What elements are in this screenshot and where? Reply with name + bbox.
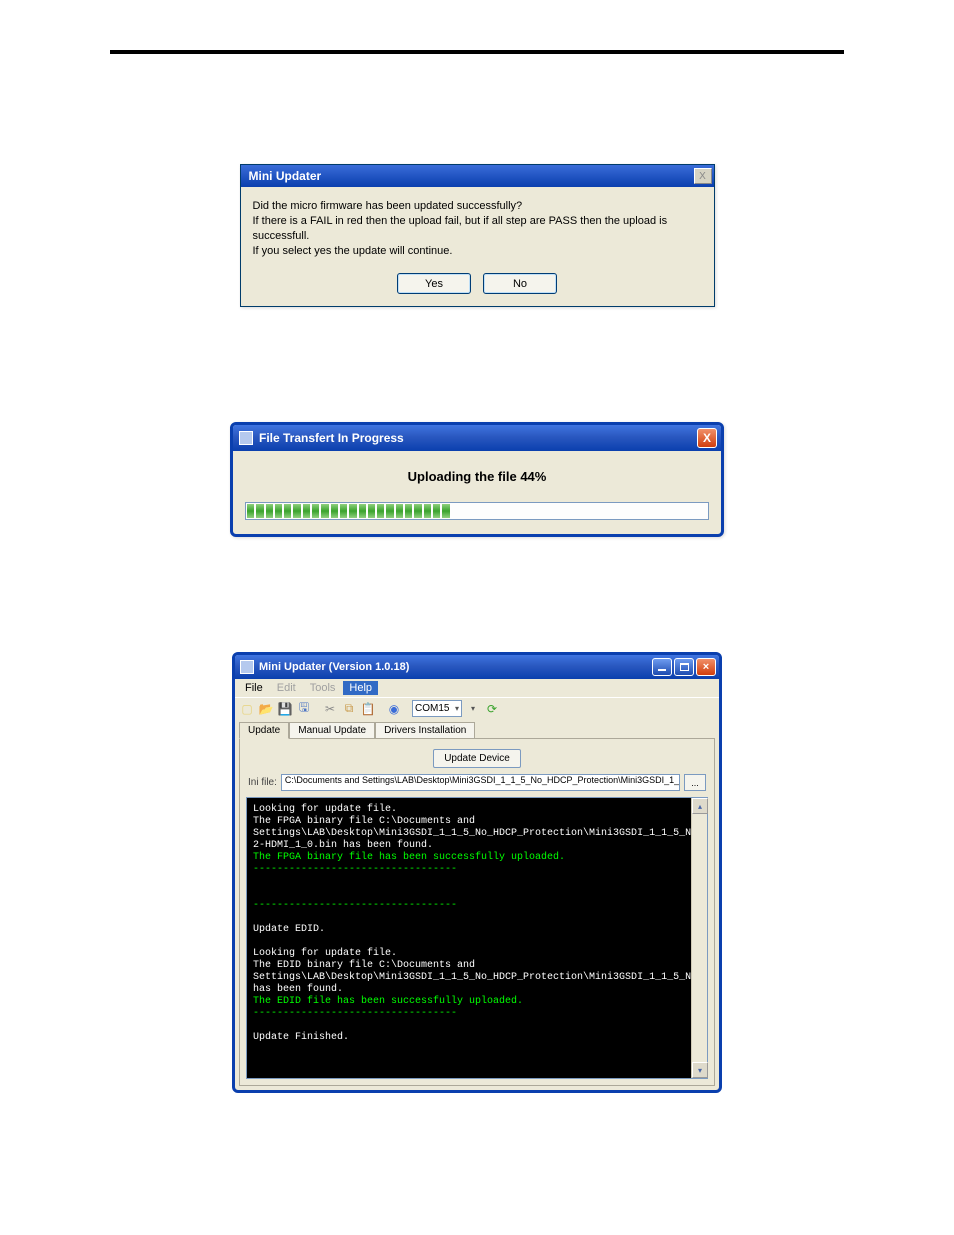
minimize-button[interactable] <box>652 658 672 676</box>
close-icon: × <box>703 661 709 673</box>
terminal-output: Looking for update file. The FPGA binary… <box>247 798 691 1078</box>
confirm-line-1: Did the micro firmware has been updated … <box>253 199 702 214</box>
help-icon[interactable]: ◉ <box>386 701 402 717</box>
progress-dialog-titlebar: File Transfert In Progress X <box>233 425 721 451</box>
browse-button-label: ... <box>691 778 699 788</box>
update-device-button[interactable]: Update Device <box>433 749 521 768</box>
confirm-dialog-body: Did the micro firmware has been updated … <box>241 187 714 269</box>
tabrow: Update Manual Update Drivers Installatio… <box>235 721 719 738</box>
menu-edit[interactable]: Edit <box>271 681 302 695</box>
close-button[interactable]: × <box>696 658 716 676</box>
term-line: Looking for update file. <box>253 948 397 959</box>
scroll-up-button[interactable]: ▴ <box>692 798 708 814</box>
app-title: Mini Updater (Version 1.0.18) <box>259 661 409 673</box>
confirm-dialog-title: Mini Updater <box>249 169 322 183</box>
no-button-label: No <box>513 278 527 290</box>
new-icon[interactable]: ▢ <box>239 701 255 717</box>
term-line-divider: ---------------------------------- <box>253 900 457 911</box>
progress-label: Uploading the file 44% <box>245 469 709 484</box>
update-device-button-label: Update Device <box>444 753 510 764</box>
tab-manual-update[interactable]: Manual Update <box>289 722 375 739</box>
tab-panel: Update Device Ini file: C:\Documents and… <box>239 738 715 1086</box>
term-line: Looking for update file. <box>253 804 397 815</box>
yes-button[interactable]: Yes <box>397 273 471 294</box>
scroll-down-button[interactable]: ▾ <box>692 1062 708 1078</box>
page-divider <box>110 50 844 54</box>
menu-help[interactable]: Help <box>343 681 378 695</box>
close-button[interactable]: X <box>694 168 712 184</box>
confirm-dialog: Mini Updater X Did the micro firmware ha… <box>240 164 715 307</box>
terminal-scrollbar[interactable]: ▴ ▾ <box>691 798 707 1078</box>
cut-icon[interactable]: ✂ <box>322 701 338 717</box>
close-button[interactable]: X <box>697 428 717 448</box>
progress-dialog: File Transfert In Progress X Uploading t… <box>230 422 724 537</box>
com-port-value: COM15 <box>415 703 449 714</box>
save-icon[interactable]: 💾 <box>277 701 293 717</box>
open-icon[interactable]: 📂 <box>258 701 274 717</box>
maximize-button[interactable] <box>674 658 694 676</box>
term-line-success: The EDID file has been successfully uplo… <box>253 996 523 1007</box>
no-button[interactable]: No <box>483 273 557 294</box>
term-line: Update Finished. <box>253 1032 349 1043</box>
menu-file[interactable]: File <box>239 681 269 695</box>
close-icon: X <box>703 431 711 445</box>
maximize-icon <box>680 663 689 671</box>
yes-button-label: Yes <box>425 278 443 290</box>
terminal-container: Looking for update file. The FPGA binary… <box>246 797 708 1079</box>
confirm-line-3: If you select yes the update will contin… <box>253 244 702 259</box>
ini-file-input[interactable]: C:\Documents and Settings\LAB\Desktop\Mi… <box>281 774 680 791</box>
menu-tools[interactable]: Tools <box>304 681 342 695</box>
app-window: Mini Updater (Version 1.0.18) × File Edi… <box>232 652 722 1093</box>
dropdown-icon[interactable]: ▾ <box>465 701 481 717</box>
copy-icon[interactable]: ⧉ <box>341 701 357 717</box>
app-icon <box>240 660 254 674</box>
close-icon: X <box>699 171 706 182</box>
progress-bar <box>245 502 709 520</box>
minimize-icon <box>658 669 666 671</box>
menubar: File Edit Tools Help <box>235 679 719 697</box>
term-line: The EDID binary file C:\Documents and Se… <box>253 960 691 995</box>
progress-dialog-title: File Transfert In Progress <box>259 431 404 445</box>
refresh-icon[interactable]: ⟳ <box>484 701 500 717</box>
term-line-success: The FPGA binary file has been successful… <box>253 852 565 863</box>
saveall-icon[interactable]: 🖫 <box>296 701 312 717</box>
tab-update[interactable]: Update <box>239 722 289 739</box>
confirm-line-2: If there is a FAIL in red then the uploa… <box>253 214 702 244</box>
tab-drivers-installation[interactable]: Drivers Installation <box>375 722 475 739</box>
term-line-divider: ---------------------------------- <box>253 1008 457 1019</box>
com-port-select[interactable]: COM15 <box>412 700 462 717</box>
progress-fill <box>247 504 449 518</box>
browse-button[interactable]: ... <box>684 774 706 791</box>
term-line: Update EDID. <box>253 924 325 935</box>
app-titlebar: Mini Updater (Version 1.0.18) × <box>235 655 719 679</box>
paste-icon[interactable]: 📋 <box>360 701 376 717</box>
app-icon <box>239 431 253 445</box>
confirm-dialog-buttons: Yes No <box>241 269 714 306</box>
confirm-dialog-titlebar: Mini Updater X <box>241 165 714 187</box>
ini-file-label: Ini file: <box>248 777 277 788</box>
term-line-divider: ---------------------------------- <box>253 864 457 875</box>
toolbar: ▢ 📂 💾 🖫 ✂ ⧉ 📋 ◉ COM15 ▾ ⟳ <box>235 697 719 719</box>
term-line: The FPGA binary file C:\Documents and Se… <box>253 816 691 851</box>
